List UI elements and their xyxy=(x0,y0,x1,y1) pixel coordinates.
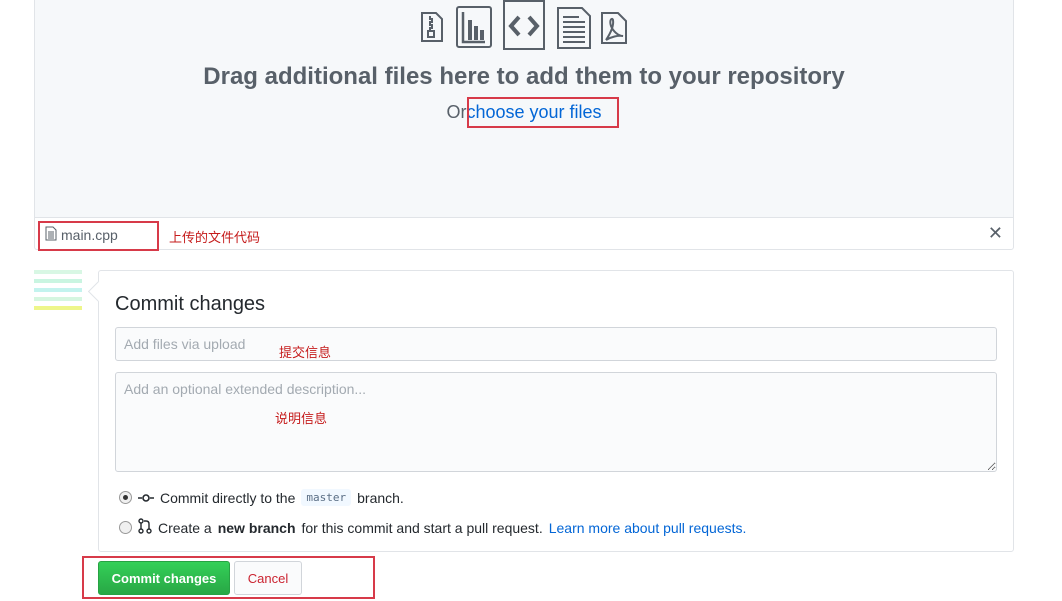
highlight-box-choose-files xyxy=(467,97,619,128)
summary-annotation: 提交信息 xyxy=(279,346,332,361)
branch-name: master xyxy=(301,489,352,506)
cancel-button[interactable]: Cancel xyxy=(234,561,302,595)
commit-changes-form: Commit changes 提交信息 说明信息 Commit directly… xyxy=(98,270,1014,552)
commit-direct-radio[interactable] xyxy=(119,491,132,504)
git-commit-icon xyxy=(138,490,154,506)
upload-dropzone[interactable]: Drag additional files here to add them t… xyxy=(34,0,1014,217)
file-chart-icon xyxy=(456,6,492,48)
file-annotation: 上传的文件代码 xyxy=(169,231,261,246)
file-pdf-icon xyxy=(600,12,628,44)
commit-direct-label-suffix: branch. xyxy=(357,489,404,506)
highlight-box-file xyxy=(38,221,159,251)
commit-title: Commit changes xyxy=(115,293,266,315)
commit-summary-input[interactable] xyxy=(115,327,997,361)
file-zip-icon xyxy=(420,12,444,42)
commit-direct-label-prefix: Commit directly to the xyxy=(160,489,296,506)
learn-more-pull-requests-link[interactable]: Learn more about pull requests. xyxy=(549,520,747,536)
new-branch-radio[interactable] xyxy=(119,521,132,534)
commit-direct-option[interactable]: Commit directly to the master branch. xyxy=(119,489,404,506)
remove-file-close-icon[interactable]: ✕ xyxy=(988,223,1003,244)
new-branch-option[interactable]: Create a new branch for this commit and … xyxy=(119,518,746,537)
commit-description-input[interactable] xyxy=(115,372,997,472)
file-code-icon xyxy=(502,0,546,52)
new-branch-label-bold: new branch xyxy=(217,519,296,536)
new-branch-label-prefix: Create a xyxy=(158,519,212,536)
commit-changes-button[interactable]: Commit changes xyxy=(98,561,230,595)
uploaded-file-row: main.cpp 上传的文件代码 ✕ xyxy=(34,217,1014,251)
dropzone-title: Drag additional files here to add them t… xyxy=(203,63,845,90)
new-branch-label-suffix: for this commit and start a pull request… xyxy=(301,519,543,536)
description-annotation: 说明信息 xyxy=(275,412,328,427)
dropzone-or-label: Or xyxy=(446,102,467,122)
avatar xyxy=(34,270,82,318)
file-type-icons xyxy=(420,0,632,52)
file-text-icon xyxy=(556,7,592,49)
git-pull-request-icon xyxy=(138,518,152,537)
